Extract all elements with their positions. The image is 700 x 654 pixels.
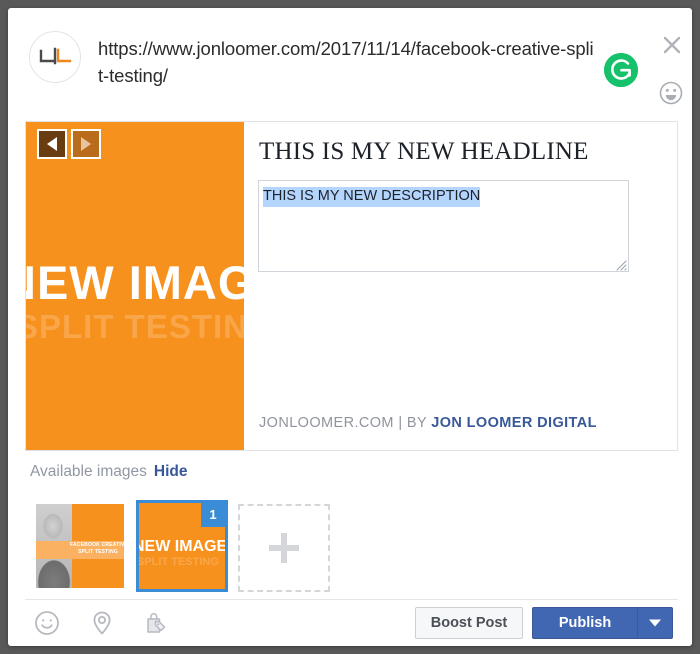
thumbnail-band-line2: SPLIT TESTING [78,549,118,555]
link-preview-card: NEW IMAGE SPLIT TESTING THIS IS MY NEW H… [25,121,678,451]
image-thumbnail-selected[interactable]: NEW IMAGE SPLIT TESTING 1 [136,500,228,592]
post-composer-dialog: https://www.jonloomer.com/2017/11/14/fac… [8,8,692,646]
boost-post-button[interactable]: Boost Post [415,607,523,639]
grammarly-g-glyph [604,53,638,87]
available-images-label: Available images [30,463,147,480]
dialog-header: https://www.jonloomer.com/2017/11/14/fac… [8,8,692,111]
link-footer: JONLOOMER.COM | BY JON LOOMER DIGITAL [259,415,597,431]
link-preview-body: THIS IS MY NEW HEADLINE THIS IS MY NEW D… [244,122,677,450]
link-footer-byline: JON LOOMER DIGITAL [431,415,597,431]
grammarly-icon[interactable] [604,53,638,87]
jl-logo-icon [39,47,72,65]
thumbnail-label: NEW IMAGE [136,538,228,555]
thumbnail-band-line1: FACEBOOK CREATIVE [70,542,124,548]
page-avatar [29,31,81,83]
carousel-next-button[interactable] [71,129,101,159]
shared-url: https://www.jonloomer.com/2017/11/14/fac… [98,38,594,86]
publish-dropdown-button[interactable] [637,607,673,639]
add-image-button[interactable] [238,504,330,592]
hide-images-link[interactable]: Hide [154,463,188,480]
emoji-smiley-glyph [659,81,683,105]
location-icon[interactable] [87,608,117,638]
close-x-glyph [663,36,681,54]
product-bag-glyph [147,613,166,633]
preview-image-sublabel: SPLIT TESTING [26,308,244,345]
chevron-right-icon [81,137,91,151]
close-icon[interactable] [658,31,686,59]
smiley-glyph [35,611,59,635]
carousel-prev-button[interactable] [37,129,67,159]
available-images-row: Available images Hide [30,463,188,481]
chevron-down-icon [649,619,661,627]
link-footer-domain: JONLOOMER.COM | BY [259,415,432,431]
emoji-icon[interactable] [657,79,685,107]
preview-image-label: NEW IMAGE [26,256,244,309]
image-thumbnail[interactable]: FACEBOOK CREATIVE SPLIT TESTING [36,504,124,588]
location-pin-glyph [93,611,111,635]
thumbnail-order-badge: 1 [201,503,225,527]
thumbnail-sublabel: SPLIT TESTING [137,556,219,568]
publish-button[interactable]: Publish [532,607,637,639]
smiley-icon[interactable] [32,608,62,638]
product-tag-icon[interactable] [140,608,170,638]
link-description-input[interactable] [258,180,629,272]
plus-icon-vertical [281,533,287,563]
composer-toolbar: Boost Post Publish [8,600,692,646]
link-headline: THIS IS MY NEW HEADLINE [259,138,589,165]
chevron-left-icon [47,137,57,151]
thumbnail-band-text: FACEBOOK CREATIVE SPLIT TESTING [70,542,124,556]
link-preview-image: NEW IMAGE SPLIT TESTING [26,122,244,450]
